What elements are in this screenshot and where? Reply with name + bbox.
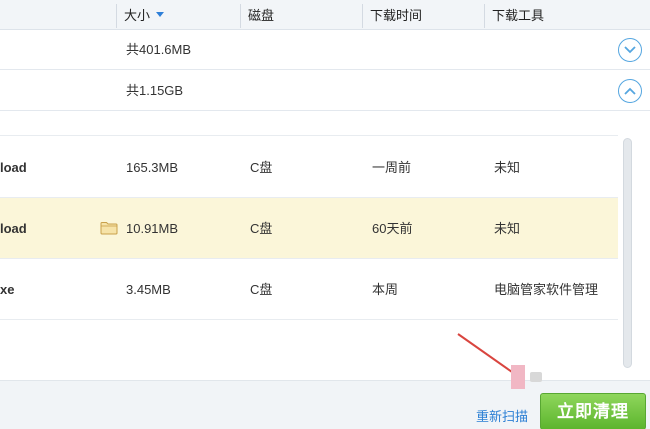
annotation-arrow-icon — [457, 333, 513, 373]
annotation-highlight — [511, 365, 525, 389]
cursor-icon — [530, 372, 542, 382]
